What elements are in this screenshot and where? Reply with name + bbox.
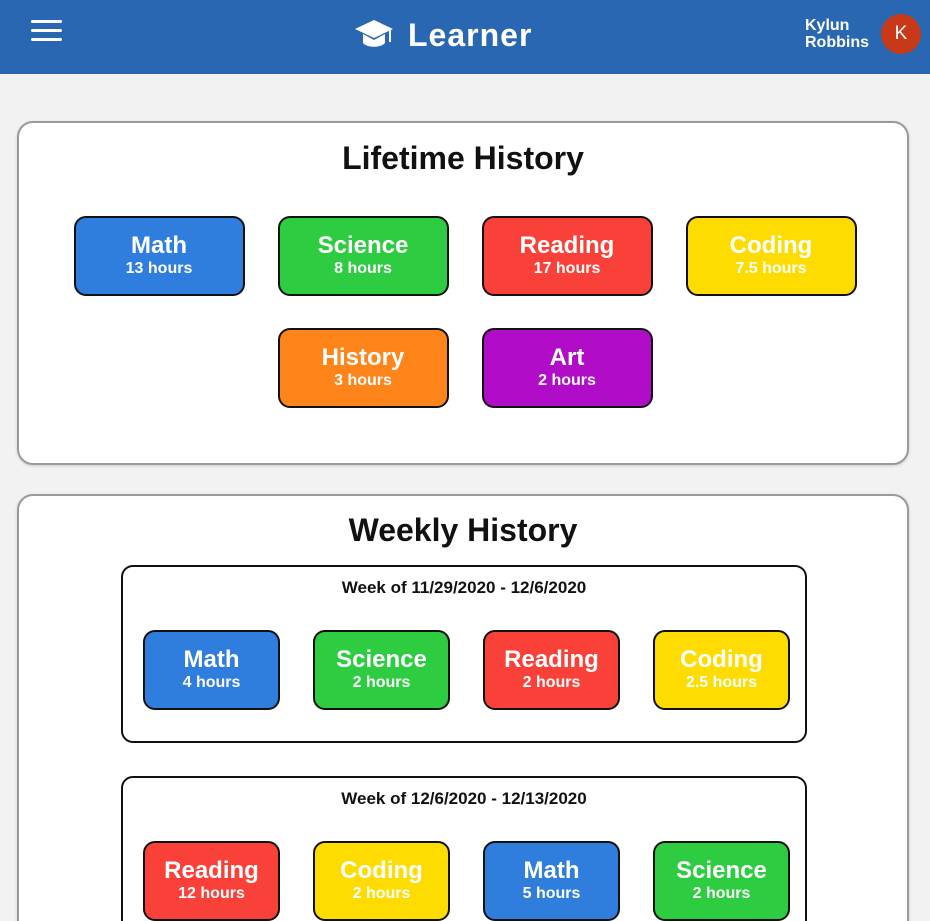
lifetime-history-title: Lifetime History: [342, 140, 584, 176]
lifetime-subject-grid: Math 13 hours Science 8 hours Reading 17…: [73, 216, 857, 408]
week-subject-row: Reading 12 hours Coding 2 hours Math 5 h…: [143, 841, 790, 921]
subject-name: Coding: [680, 646, 763, 673]
subject-hours: 5 hours: [522, 885, 581, 902]
subject-name: Reading: [519, 232, 615, 259]
subject-name: Coding: [340, 857, 423, 884]
week-label: Week of 12/6/2020 - 12/13/2020: [341, 789, 587, 808]
user-name: Kylun Robbins: [805, 17, 871, 51]
subject-hours: 12 hours: [178, 885, 245, 902]
weekly-history-title: Weekly History: [348, 512, 578, 548]
subject-name: Coding: [729, 232, 813, 259]
top-navbar: Learner Kylun Robbins K: [0, 0, 930, 74]
subject-name: Math: [523, 857, 580, 884]
subject-hours: 7.5 hours: [735, 260, 807, 277]
subject-name: Math: [131, 232, 187, 259]
subject-hours: 2 hours: [352, 885, 411, 902]
subject-hours: 2 hours: [522, 674, 581, 691]
lifetime-history-card: Lifetime History Math 13 hours Science 8…: [17, 121, 909, 465]
subject-hours: 2.5 hours: [685, 674, 758, 691]
subject-tile-reading[interactable]: Reading 12 hours: [143, 841, 280, 921]
subject-hours: 4 hours: [182, 674, 241, 691]
subject-tile-coding[interactable]: Coding 2 hours: [313, 841, 450, 921]
subject-name: History: [321, 344, 405, 371]
subject-hours: 17 hours: [533, 260, 601, 277]
subject-hours: 2 hours: [692, 885, 751, 902]
subject-name: Math: [183, 646, 240, 673]
week-panel: Week of 11/29/2020 - 12/6/2020 Math 4 ho…: [121, 565, 807, 743]
subject-name: Science: [336, 646, 427, 673]
user-first-name: Kylun: [805, 17, 850, 34]
subject-hours: 3 hours: [334, 372, 392, 389]
subject-name: Art: [549, 344, 585, 371]
subject-tile-art[interactable]: Art 2 hours: [481, 328, 653, 408]
subject-tile-math[interactable]: Math 4 hours: [143, 630, 280, 710]
subject-tile-coding[interactable]: Coding 7.5 hours: [685, 216, 857, 296]
subject-tile-math[interactable]: Math 13 hours: [73, 216, 245, 296]
subject-name: Reading: [164, 857, 259, 884]
user-last-name: Robbins: [805, 34, 869, 51]
week-panel: Week of 12/6/2020 - 12/13/2020 Reading 1…: [121, 776, 807, 921]
subject-tile-science[interactable]: Science 8 hours: [277, 216, 449, 296]
subject-tile-reading[interactable]: Reading 17 hours: [481, 216, 653, 296]
subject-tile-math[interactable]: Math 5 hours: [483, 841, 620, 921]
subject-name: Reading: [504, 646, 599, 673]
brand[interactable]: Learner: [354, 15, 532, 55]
subject-tile-science[interactable]: Science 2 hours: [313, 630, 450, 710]
subject-name: Science: [676, 857, 767, 884]
graduation-cap-icon: [355, 20, 393, 47]
subject-tile-science[interactable]: Science 2 hours: [653, 841, 790, 921]
subject-tile-reading[interactable]: Reading 2 hours: [483, 630, 620, 710]
subject-tile-coding[interactable]: Coding 2.5 hours: [653, 630, 790, 710]
subject-hours: 2 hours: [538, 372, 596, 389]
subject-tile-history[interactable]: History 3 hours: [277, 328, 449, 408]
subject-hours: 13 hours: [125, 260, 193, 277]
week-subject-row: Math 4 hours Science 2 hours Reading 2 h…: [143, 630, 790, 710]
subject-hours: 2 hours: [352, 674, 411, 691]
hamburger-menu-icon[interactable]: [31, 20, 63, 42]
user-menu[interactable]: Kylun Robbins K: [805, 14, 921, 54]
weekly-history-card: Weekly History Week of 11/29/2020 - 12/6…: [17, 494, 909, 921]
brand-name: Learner: [408, 16, 533, 53]
subject-hours: 8 hours: [334, 260, 392, 277]
subject-name: Science: [317, 232, 409, 259]
week-label: Week of 11/29/2020 - 12/6/2020: [341, 578, 587, 597]
avatar[interactable]: K: [881, 14, 921, 54]
